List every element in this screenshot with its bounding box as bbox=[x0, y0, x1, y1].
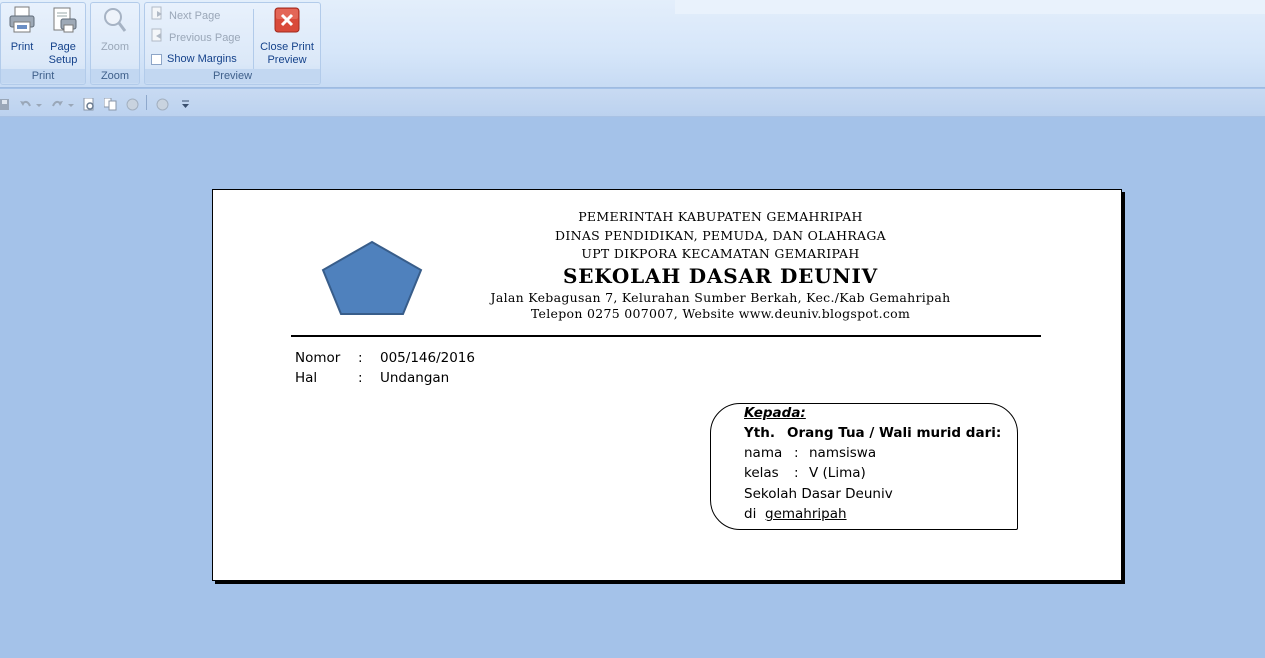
yth-label: Yth. bbox=[744, 425, 775, 441]
hal-colon: : bbox=[358, 370, 363, 386]
nama-colon: : bbox=[794, 445, 799, 461]
next-page-label: Next Page bbox=[169, 9, 221, 22]
ribbon-top-band bbox=[675, 0, 1265, 14]
hal-value: Undangan bbox=[380, 370, 450, 386]
kelas-colon: : bbox=[794, 465, 799, 481]
nomor-colon: : bbox=[358, 350, 363, 366]
print-group-label: Print bbox=[1, 69, 85, 83]
hal-label: Hal bbox=[295, 370, 318, 386]
recipient-box: Kepada: Yth. Orang Tua / Wali murid dari… bbox=[710, 403, 1018, 530]
preview-separator bbox=[253, 9, 254, 69]
previous-page-icon bbox=[151, 28, 164, 48]
di-label: di bbox=[744, 506, 757, 522]
zoom-button[interactable]: Zoom bbox=[95, 5, 135, 54]
close-x-icon bbox=[272, 7, 302, 38]
globe-icon[interactable] bbox=[156, 96, 169, 111]
magnifier-icon bbox=[100, 8, 130, 38]
page-setup-label-1: Page bbox=[50, 41, 76, 53]
printer-icon bbox=[7, 6, 37, 38]
preview-group-label: Preview bbox=[145, 69, 320, 83]
zoom-group-label: Zoom bbox=[91, 69, 139, 83]
header-line-1: PEMERINTAH KABUPATEN GEMAHRIPAH bbox=[578, 209, 863, 224]
close-print-label-2: Preview bbox=[267, 54, 307, 66]
header-line-2: DINAS PENDIDIKAN, PEMUDA, DAN OLAHRAGA bbox=[555, 228, 886, 243]
nama-label: nama bbox=[744, 445, 783, 461]
kelas-value: V (Lima) bbox=[809, 465, 866, 481]
redo-dropdown-icon[interactable] bbox=[68, 96, 74, 109]
print-button[interactable]: Print bbox=[4, 5, 40, 54]
kepada-label: Kepada: bbox=[744, 405, 806, 421]
nomor-value: 005/146/2016 bbox=[380, 350, 475, 366]
school-address: Jalan Kebagusan 7, Kelurahan Sumber Berk… bbox=[490, 290, 951, 305]
print-preview-icon[interactable] bbox=[83, 96, 96, 111]
zoom-group: Zoom Zoom bbox=[90, 2, 140, 85]
ribbon: Print Page Setup Print Zoom Zoom Next Pa… bbox=[0, 0, 1265, 88]
show-margins-checkbox[interactable] bbox=[151, 53, 162, 65]
copy-icon[interactable] bbox=[103, 96, 117, 111]
print-label: Print bbox=[10, 41, 34, 53]
previous-page-button[interactable]: Previous Page bbox=[151, 28, 241, 46]
show-margins-label: Show Margins bbox=[167, 53, 237, 65]
previous-page-label: Previous Page bbox=[169, 31, 241, 44]
page-setup-label-2: Setup bbox=[48, 54, 78, 66]
redo-icon[interactable] bbox=[51, 96, 64, 109]
school-contact: Telepon 0275 007007, Website www.deuniv.… bbox=[530, 306, 911, 321]
customize-toolbar-icon[interactable] bbox=[181, 96, 190, 109]
page-setup-icon bbox=[48, 7, 78, 38]
nama-value: namsiswa bbox=[809, 445, 877, 461]
letterhead-rule bbox=[291, 335, 1041, 337]
nomor-label: Nomor bbox=[295, 350, 341, 366]
zoom-label: Zoom bbox=[100, 41, 130, 53]
show-margins-toggle[interactable]: Show Margins bbox=[151, 50, 237, 68]
next-page-icon bbox=[151, 6, 164, 26]
school-name: SEKOLAH DASAR DEUNIV bbox=[563, 264, 878, 288]
next-page-button[interactable]: Next Page bbox=[151, 6, 220, 24]
close-print-label-1: Close Print bbox=[260, 41, 314, 53]
page-setup-button[interactable]: Page Setup bbox=[43, 5, 83, 67]
orang-tua-label: Orang Tua / Wali murid dari: bbox=[787, 425, 1002, 441]
close-print-preview-button[interactable]: Close Print Preview bbox=[257, 5, 317, 67]
undo-dropdown-icon[interactable] bbox=[36, 96, 42, 109]
kelas-label: kelas bbox=[744, 465, 779, 481]
refresh-icon[interactable] bbox=[126, 96, 139, 111]
di-value: gemahripah bbox=[765, 506, 847, 522]
undo-icon[interactable] bbox=[19, 96, 32, 109]
recipient-school: Sekolah Dasar Deuniv bbox=[744, 486, 893, 502]
preview-group: Next Page Previous Page Show Margins Clo… bbox=[144, 2, 321, 85]
quick-access-toolbar bbox=[0, 89, 1265, 117]
print-group: Print Page Setup Print bbox=[0, 2, 86, 85]
print-preview-page: PEMERINTAH KABUPATEN GEMAHRIPAH DINAS PE… bbox=[212, 189, 1122, 581]
header-line-3: UPT DIKPORA KECAMATAN GEMARIPAH bbox=[581, 246, 860, 261]
save-icon[interactable] bbox=[0, 96, 13, 110]
qat-separator bbox=[146, 95, 147, 110]
